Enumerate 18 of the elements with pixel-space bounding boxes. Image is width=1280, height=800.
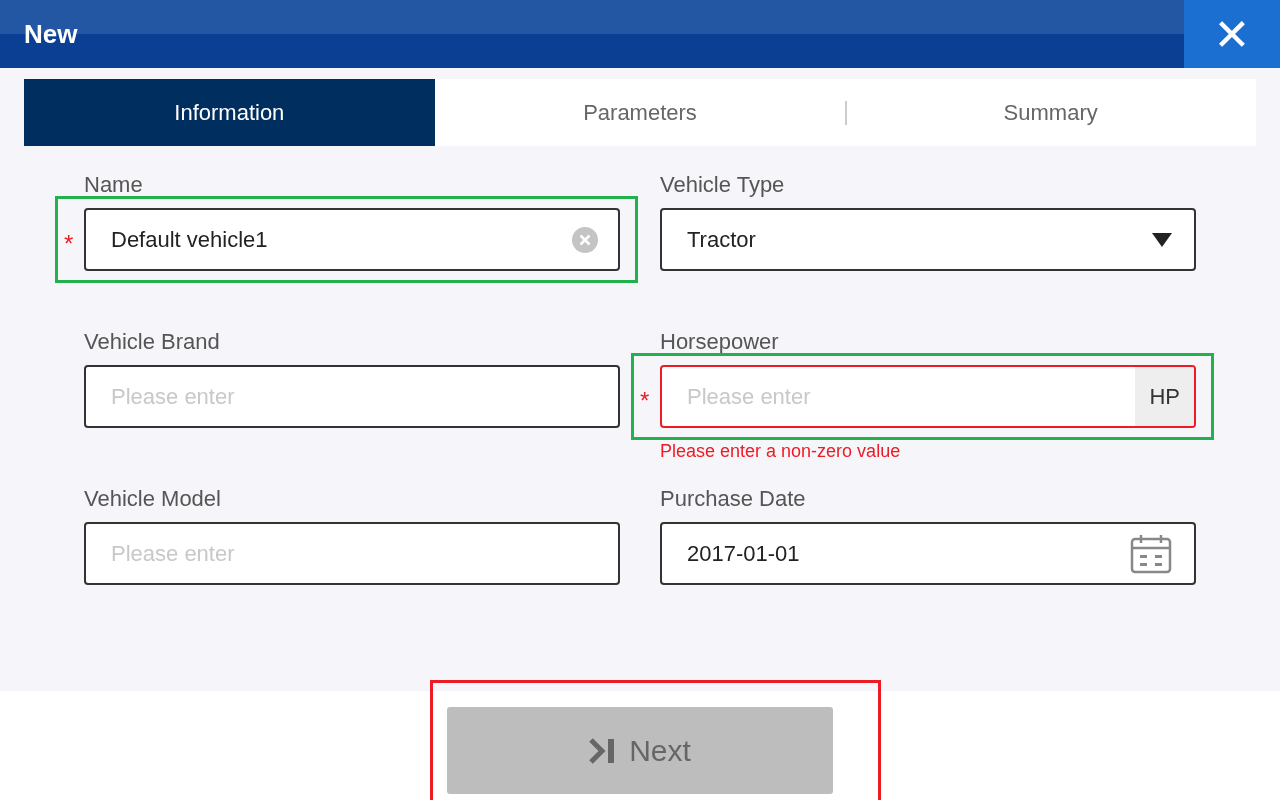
field-label: Vehicle Brand xyxy=(84,329,221,356)
close-button[interactable]: ✕ xyxy=(1184,0,1280,68)
dropdown[interactable]: Tractor xyxy=(660,208,1196,271)
unit-label: HP xyxy=(1135,367,1194,426)
window-title: New xyxy=(24,18,78,50)
tab[interactable]: Information xyxy=(24,79,435,146)
required-asterisk: * xyxy=(640,387,650,415)
date-field[interactable]: 2017-01-01 xyxy=(660,522,1196,585)
field-label: Vehicle Model xyxy=(84,486,222,513)
field-label: Name xyxy=(84,172,144,199)
input-field[interactable]: Default vehicle1 xyxy=(84,208,620,271)
caret-icon[interactable] xyxy=(1152,232,1172,247)
required-asterisk: * xyxy=(64,230,74,258)
calendar-icon[interactable] xyxy=(1130,533,1172,574)
field-label: Horsepower xyxy=(660,329,780,356)
error-message: Please enter a non-zero value xyxy=(660,441,901,462)
field-label: Vehicle Type xyxy=(660,172,786,199)
field-label: Purchase Date xyxy=(660,486,807,513)
